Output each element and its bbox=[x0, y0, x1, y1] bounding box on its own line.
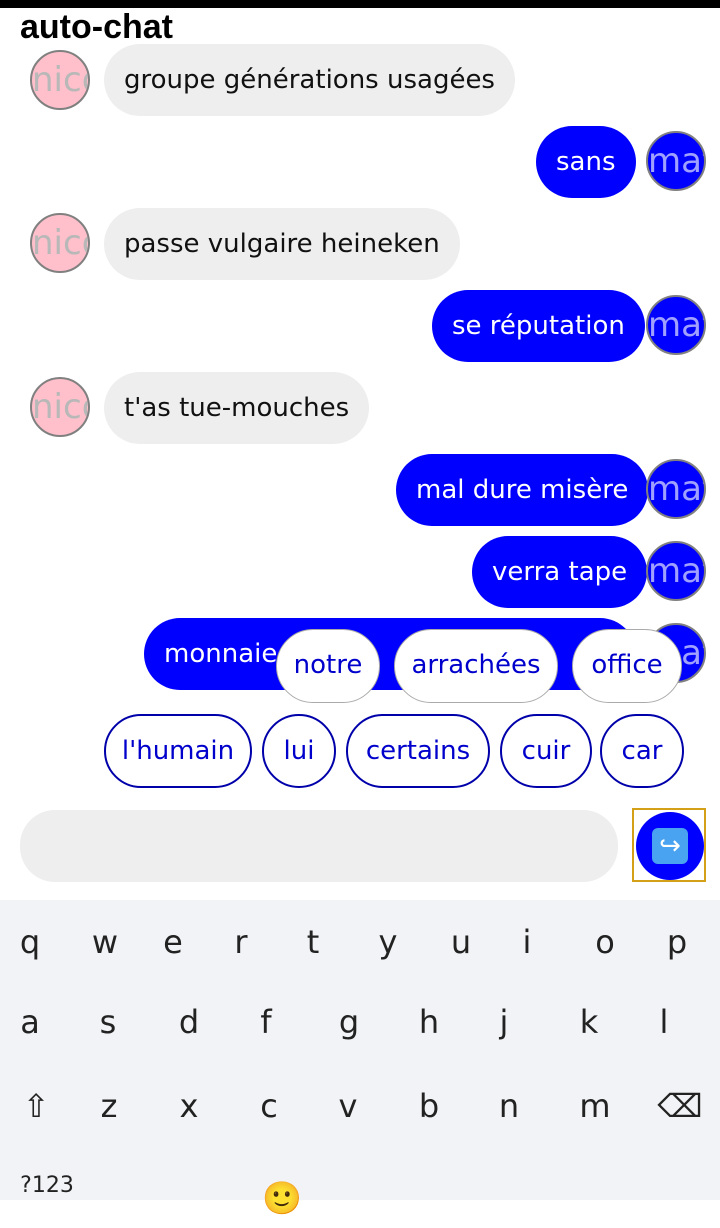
avatar-nico: nico bbox=[30, 213, 90, 273]
message-bubble-outgoing: mal dure misère bbox=[396, 454, 649, 526]
key-j[interactable]: j bbox=[474, 992, 534, 1052]
suggestion-chip[interactable]: notre bbox=[276, 629, 380, 703]
key-p[interactable]: p bbox=[647, 912, 707, 972]
key-n[interactable]: n bbox=[479, 1076, 539, 1136]
key-i[interactable]: i bbox=[497, 912, 557, 972]
app-title: auto-chat bbox=[20, 8, 173, 46]
avatar-nico: nico bbox=[30, 50, 90, 110]
message-bubble-outgoing: se réputation bbox=[432, 290, 645, 362]
message-bubble-incoming: t'as tue-mouches bbox=[104, 372, 370, 444]
key-k[interactable]: k bbox=[559, 992, 619, 1052]
key-e[interactable]: e bbox=[143, 912, 203, 972]
key-x[interactable]: x bbox=[159, 1076, 219, 1136]
key-y[interactable]: y bbox=[358, 912, 418, 972]
key-b[interactable]: b bbox=[399, 1076, 459, 1136]
key-f[interactable]: f bbox=[236, 992, 296, 1052]
suggestion-chip[interactable]: lui bbox=[262, 714, 336, 788]
key-m[interactable]: m bbox=[565, 1076, 625, 1136]
key-q[interactable]: q bbox=[0, 912, 60, 972]
message-bubble-incoming: passe vulgaire heineken bbox=[104, 208, 460, 280]
key-h[interactable]: h bbox=[399, 992, 459, 1052]
key-z[interactable]: z bbox=[79, 1076, 139, 1136]
key-w[interactable]: w bbox=[75, 912, 135, 972]
key-u[interactable]: u bbox=[431, 912, 491, 972]
send-button-focus-ring: ↪ bbox=[632, 808, 706, 882]
avatar-mat: mat bbox=[646, 295, 706, 355]
suggestion-chip[interactable]: car bbox=[600, 714, 684, 788]
message-bubble-outgoing: verra tape bbox=[472, 536, 648, 608]
message-bubble-outgoing: monnaie bbox=[144, 618, 636, 690]
key-l[interactable]: l bbox=[634, 992, 694, 1052]
message-bubble-incoming: groupe générations usagées bbox=[104, 44, 515, 116]
key-a[interactable]: a bbox=[0, 992, 60, 1052]
send-button[interactable]: ↪ bbox=[636, 812, 704, 880]
suggestion-chip[interactable]: l'humain bbox=[104, 714, 252, 788]
suggestion-chip[interactable]: office bbox=[572, 629, 682, 703]
key-v[interactable]: v bbox=[318, 1076, 378, 1136]
message-input[interactable] bbox=[20, 810, 618, 882]
soft-keyboard: q w e r t y u i o p a s d f g h j k l ⇧ … bbox=[0, 900, 720, 1217]
suggestion-chip[interactable]: certains bbox=[346, 714, 490, 788]
suggestion-chip[interactable]: arrachées bbox=[394, 629, 558, 703]
symbols-key[interactable]: ?123 bbox=[17, 1156, 77, 1216]
suggestion-chip[interactable]: cuir bbox=[500, 714, 592, 788]
backspace-key[interactable]: ⌫ bbox=[650, 1076, 710, 1136]
key-s[interactable]: s bbox=[78, 992, 138, 1052]
avatar-nico: nico bbox=[30, 377, 90, 437]
key-r[interactable]: r bbox=[211, 912, 271, 972]
avatar-mat: mat bbox=[646, 459, 706, 519]
key-c[interactable]: c bbox=[239, 1076, 299, 1136]
key-o[interactable]: o bbox=[575, 912, 635, 972]
key-t[interactable]: t bbox=[283, 912, 343, 972]
right-arrow-curving-left-icon: ↪ bbox=[652, 828, 688, 864]
emoji-key[interactable]: 🙂 bbox=[252, 1168, 312, 1228]
key-g[interactable]: g bbox=[319, 992, 379, 1052]
key-d[interactable]: d bbox=[159, 992, 219, 1052]
shift-key[interactable]: ⇧ bbox=[6, 1076, 66, 1136]
avatar-mat: mat bbox=[646, 131, 706, 191]
avatar-mat: mat bbox=[646, 541, 706, 601]
message-bubble-outgoing: sans bbox=[536, 126, 636, 198]
